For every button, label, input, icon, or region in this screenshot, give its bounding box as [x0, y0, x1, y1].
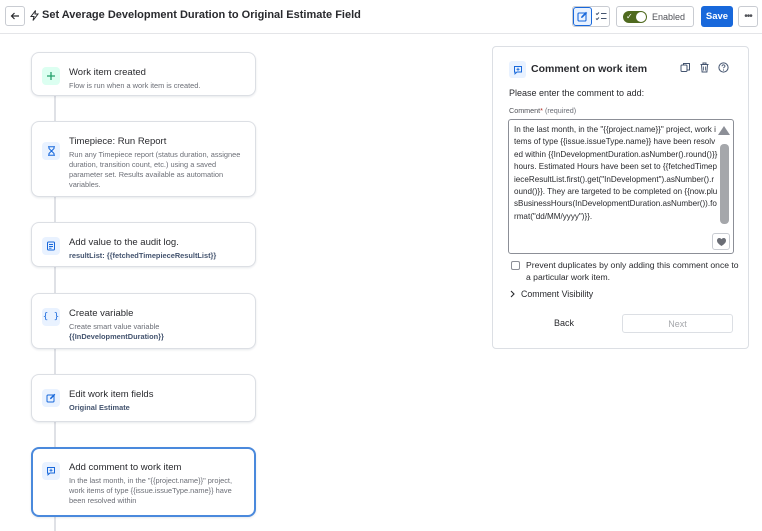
page-title: Set Average Development Duration to Orig…	[42, 9, 361, 21]
enabled-toggle[interactable]: ✓ Enabled	[616, 6, 694, 27]
card-body: Add comment to work item In the last mon…	[69, 458, 246, 510]
card-description: Create smart value variable	[69, 322, 160, 331]
comment-visibility-label: Comment Visibility	[521, 289, 594, 299]
title-wrap: Set Average Development Duration to Orig…	[30, 9, 361, 21]
arrow-left-icon	[10, 12, 19, 20]
save-button[interactable]: Save	[701, 6, 733, 27]
more-icon: •••	[744, 11, 752, 22]
panel-actions	[680, 62, 729, 73]
scroll-thumb[interactable]	[720, 144, 729, 224]
comment-textarea[interactable]: In the last month, in the "{{project.nam…	[508, 119, 734, 254]
flow-card-add-comment[interactable]: Add comment to work item In the last mon…	[31, 447, 256, 517]
comment-field-label: Comment* (required)	[509, 106, 576, 115]
card-detail: resultList: {{fetchedTimepieceResultList…	[69, 251, 217, 260]
card-title: Add comment to work item	[69, 462, 182, 473]
top-bar: Set Average Development Duration to Orig…	[0, 0, 762, 34]
lightning-icon	[30, 9, 39, 21]
panel-prompt: Please enter the comment to add:	[509, 88, 645, 98]
card-description: In the last month, in the "{{project.nam…	[69, 476, 233, 505]
trash-icon[interactable]	[699, 62, 710, 73]
required-text: (required)	[544, 106, 577, 115]
comment-text: In the last month, in the "{{project.nam…	[514, 125, 718, 221]
required-asterisk: *	[540, 106, 543, 115]
card-body: Add value to the audit log. resultList: …	[69, 233, 247, 261]
scroll-up-arrow-icon[interactable]	[718, 126, 730, 135]
grammar-assist-button[interactable]	[712, 233, 730, 250]
card-body: Edit work item fields Original Estimate	[69, 385, 247, 413]
card-body: Timepiece: Run Report Run any Timepiece …	[69, 132, 247, 190]
more-options-button[interactable]: •••	[738, 6, 758, 27]
comment-add-icon	[42, 462, 60, 480]
card-title: Create variable	[69, 308, 134, 319]
hourglass-icon	[42, 142, 60, 160]
enabled-label: Enabled	[652, 11, 686, 22]
braces-icon: { }	[42, 308, 60, 326]
flow-card-edit-fields[interactable]: Edit work item fields Original Estimate	[31, 374, 256, 422]
card-title: Add value to the audit log.	[69, 237, 179, 248]
panel-title: Comment on work item	[531, 63, 648, 75]
comment-visibility-toggle[interactable]: Comment Visibility	[509, 289, 593, 299]
help-icon[interactable]	[718, 62, 729, 73]
flow-card-create-variable[interactable]: { } Create variable Create smart value v…	[31, 293, 256, 349]
plus-icon	[42, 67, 60, 85]
grammar-icon	[716, 237, 726, 246]
duplicate-icon[interactable]	[680, 62, 691, 73]
card-description: Run any Timepiece report (status duratio…	[69, 150, 241, 189]
checklist-icon	[595, 12, 606, 21]
card-detail: Original Estimate	[69, 403, 130, 412]
card-description: Flow is run when a work item is created.	[69, 81, 201, 90]
card-title: Timepiece: Run Report	[69, 136, 167, 147]
chevron-right-icon	[510, 290, 515, 298]
comment-icon	[509, 61, 526, 78]
editor-view-button[interactable]	[573, 7, 592, 26]
card-title: Edit work item fields	[69, 389, 154, 400]
flow-card-timepiece[interactable]: Timepiece: Run Report Run any Timepiece …	[31, 121, 256, 197]
card-title: Work item created	[69, 67, 146, 78]
prevent-duplicates-label: Prevent duplicates by only adding this c…	[526, 260, 739, 282]
card-body: Work item created Flow is run when a wor…	[69, 63, 247, 91]
flow-card-audit-log[interactable]: Add value to the audit log. resultList: …	[31, 222, 256, 267]
back-arrow-button[interactable]	[5, 6, 25, 26]
list-view-button[interactable]	[592, 7, 609, 26]
comment-config-panel: Comment on work item Please enter the co…	[492, 46, 749, 349]
card-body: Create variable Create smart value varia…	[69, 304, 247, 342]
view-toggle-group	[572, 6, 610, 27]
back-button[interactable]: Back	[530, 314, 598, 332]
card-detail: {{InDevelopmentDuration}}	[69, 332, 164, 341]
prevent-duplicates-row[interactable]: Prevent duplicates by only adding this c…	[511, 259, 740, 283]
check-icon: ✓	[626, 11, 633, 21]
comment-label-text: Comment	[509, 106, 541, 115]
edit-square-icon	[577, 11, 588, 22]
toggle-switch[interactable]: ✓	[623, 10, 647, 23]
flow-card-trigger[interactable]: Work item created Flow is run when a wor…	[31, 52, 256, 96]
prevent-duplicates-checkbox[interactable]	[511, 261, 520, 270]
next-button[interactable]: Next	[622, 314, 733, 333]
edit-icon	[42, 389, 60, 407]
audit-log-icon	[42, 237, 60, 255]
